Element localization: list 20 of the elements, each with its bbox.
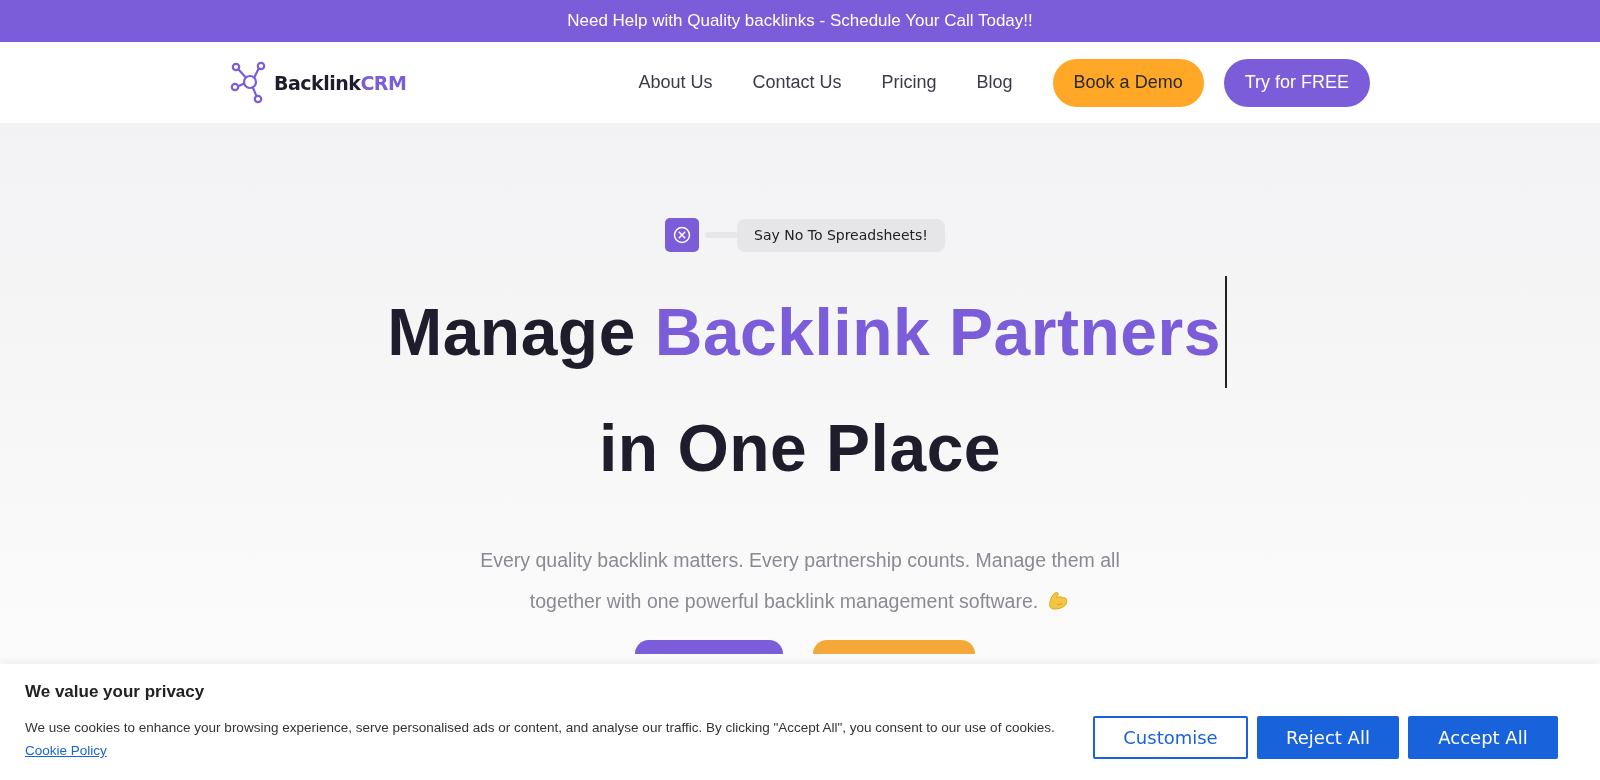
tagline-badge: Say No To Spreadsheets! [737,218,945,252]
nav-link[interactable]: Blog [976,72,1013,93]
cookie-text: We use cookies to enhance your browsing experience, serve personalised ads or content, and analyse our traffic. By clicking "Accept All", you consent to our use of cookies. Cookie Policy [25,719,1056,760]
button[interactable] [635,640,783,654]
nav-link[interactable]: Pricing [881,72,937,93]
logo-text[interactable]: BacklinkCRM [274,71,407,94]
cookie-button[interactable]: Reject All [1257,715,1399,759]
cookie-button[interactable]: Accept All [1408,715,1558,759]
cookie-title: We value your privacy [25,682,206,702]
hero-description: Every quality backlink matters. Every partnership counts. Manage them all together with one powerful backlink management software. [479,548,1121,614]
nav-link[interactable]: Contact Us [752,72,842,93]
announcement-text[interactable]: Need Help with Quality backlinks - Schedule Your Call Today!! [567,11,1033,31]
heading-text: in One Place [597,410,1003,487]
close-circle-icon [673,226,691,244]
nav-link[interactable]: About Us [638,72,713,93]
cookie-button[interactable]: Customise [1093,715,1248,759]
cookie-policy-link[interactable]: Cookie Policy [25,743,107,758]
heading-text: Manage Backlink Partners [387,294,1221,371]
book-demo-button[interactable]: Book a Demo [1052,58,1204,107]
try-free-button[interactable]: Try for FREE [1223,58,1370,107]
